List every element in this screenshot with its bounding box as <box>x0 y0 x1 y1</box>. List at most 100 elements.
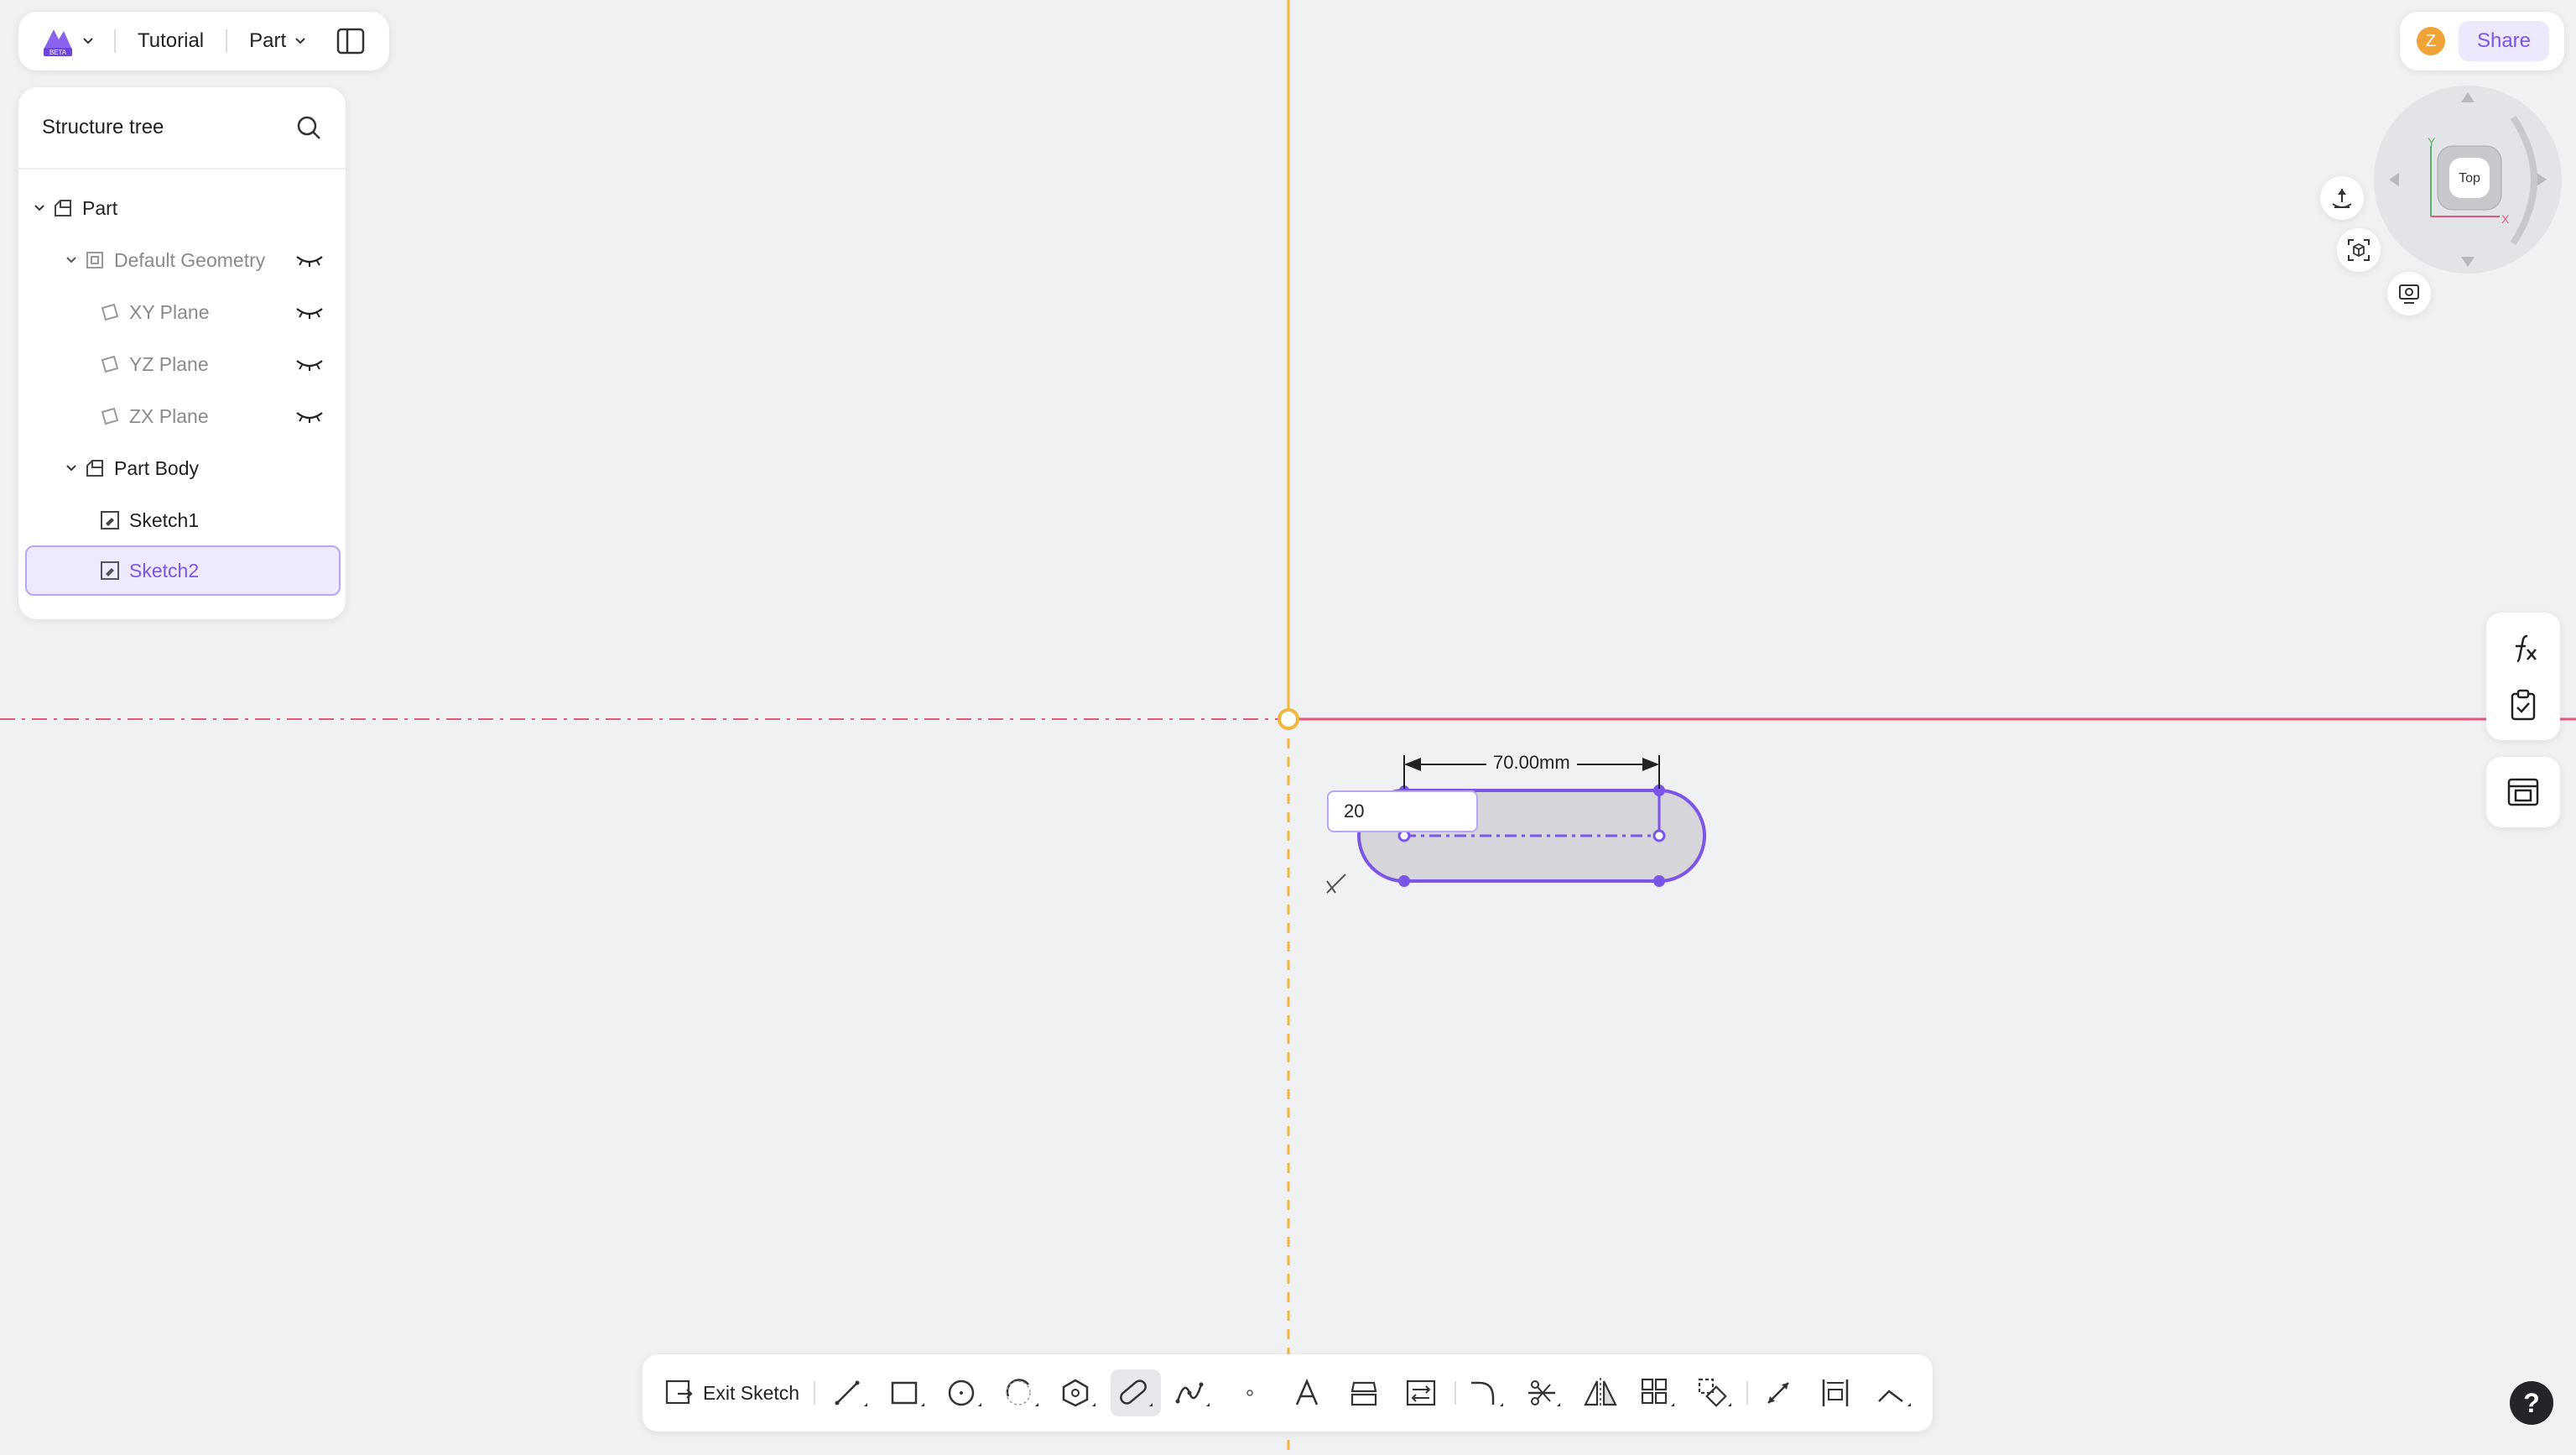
formula-button[interactable] <box>2501 629 2545 670</box>
display-mode-button[interactable] <box>2387 272 2431 316</box>
angle-tool-button[interactable] <box>1869 1369 1919 1416</box>
tree-item-sketch2[interactable]: Sketch2 <box>99 545 199 596</box>
table-icon <box>2507 778 2539 806</box>
origin-point[interactable] <box>1278 708 1299 730</box>
spline-tool-button[interactable] <box>1168 1369 1218 1416</box>
tree-title: Structure tree <box>42 116 164 138</box>
toggle-panel-button[interactable] <box>336 28 365 55</box>
text-icon <box>1295 1378 1319 1405</box>
tree-item-label: Sketch1 <box>129 508 200 531</box>
constraint-tool-button[interactable] <box>1812 1369 1862 1416</box>
panel-layout-icon <box>336 28 365 55</box>
formula-fx-icon <box>2516 634 2537 663</box>
dimension-icon <box>1767 1382 1789 1404</box>
table-view-button[interactable] <box>2501 772 2545 812</box>
line-tool-button[interactable] <box>825 1369 876 1416</box>
checklist-button[interactable] <box>2501 685 2545 725</box>
view-cube-face-label: Top <box>2459 171 2480 185</box>
exit-sketch-button[interactable]: Exit Sketch <box>664 1369 799 1416</box>
part-dropdown[interactable]: Part <box>249 29 308 53</box>
trim-tool-button[interactable] <box>1518 1369 1569 1416</box>
tree-item-label: Part Body <box>114 456 199 479</box>
sketch-icon <box>101 511 119 529</box>
polygon-tool-button[interactable] <box>1054 1369 1104 1416</box>
right-tool-panel-2 <box>2486 757 2560 827</box>
polygon-icon <box>1062 1379 1095 1407</box>
mirror-icon <box>1584 1378 1617 1408</box>
sketch-canvas[interactable] <box>0 0 2576 1455</box>
tree-item-yz-plane[interactable]: YZ Plane <box>99 339 346 389</box>
exit-sketch-label: Exit Sketch <box>703 1381 800 1404</box>
sketch-icon <box>101 561 119 580</box>
tutorial-button[interactable]: Tutorial <box>138 29 204 53</box>
tree-item-zx-plane[interactable]: ZX Plane <box>99 391 346 441</box>
chevron-down-icon[interactable] <box>64 461 79 476</box>
transform-tool-button[interactable] <box>1689 1369 1740 1416</box>
eye-closed-icon[interactable] <box>295 252 324 269</box>
tree-item-label: ZX Plane <box>129 404 209 427</box>
point-icon <box>1246 1390 1253 1396</box>
tree-header: Structure tree <box>18 87 346 169</box>
slot-point[interactable] <box>1398 875 1410 887</box>
slot-center-point[interactable] <box>1652 829 1666 842</box>
chevron-down-icon[interactable] <box>64 253 79 268</box>
mirror-tool-button[interactable] <box>1575 1369 1626 1416</box>
svg-text:BETA: BETA <box>49 49 67 56</box>
share-button[interactable]: Share <box>2459 21 2549 61</box>
tree-item-label: YZ Plane <box>129 352 209 375</box>
project-icon <box>1350 1381 1377 1406</box>
tree-item-part[interactable]: Part <box>32 183 117 233</box>
eye-closed-icon[interactable] <box>295 356 324 373</box>
line-icon <box>835 1380 867 1406</box>
tree-item-label: XY Plane <box>129 300 210 323</box>
dimension-label[interactable]: 70.00mm <box>1486 752 1577 774</box>
dimension-tool-button[interactable] <box>1755 1369 1805 1416</box>
eye-closed-icon[interactable] <box>295 408 324 425</box>
chevron-down-icon <box>83 38 93 44</box>
app-logo-icon: BETA <box>44 29 72 56</box>
right-tool-panel <box>2486 613 2560 740</box>
fillet-tool-button[interactable] <box>1461 1369 1512 1416</box>
horizontal-distance-icon <box>1822 1379 1849 1406</box>
tree-item-xy-plane[interactable]: XY Plane <box>99 287 346 337</box>
dimension-arrow-left <box>1404 758 1421 771</box>
help-button[interactable]: ? <box>2510 1381 2553 1425</box>
tree-item-default-geometry[interactable]: Default Geometry <box>64 235 346 285</box>
divider <box>1455 1381 1456 1405</box>
tree-item-sketch1[interactable]: Sketch1 <box>99 495 199 545</box>
eye-closed-icon[interactable] <box>295 304 324 321</box>
app-logo-button[interactable]: BETA <box>40 24 96 58</box>
offset-tool-button[interactable] <box>1396 1369 1446 1416</box>
chevron-down-icon[interactable] <box>32 201 47 216</box>
angle-icon <box>1878 1390 1911 1406</box>
project-tool-button[interactable] <box>1339 1369 1389 1416</box>
user-avatar[interactable]: Z <box>2417 27 2445 55</box>
part-label: Part <box>249 29 287 52</box>
plane-icon <box>101 303 119 321</box>
tree-item-part-body[interactable]: Part Body <box>64 443 199 493</box>
display-mode-icon <box>2399 284 2419 304</box>
spline-icon <box>1175 1382 1210 1406</box>
dimension-input[interactable]: 20 <box>1327 790 1478 832</box>
fit-view-button[interactable] <box>2337 228 2381 272</box>
slot-point[interactable] <box>1653 875 1665 887</box>
slot-tool-button[interactable] <box>1111 1369 1161 1416</box>
arc-tool-button[interactable] <box>997 1369 1047 1416</box>
tutorial-label: Tutorial <box>138 29 205 52</box>
search-icon[interactable] <box>295 114 322 141</box>
top-right-bar: Z Share <box>2400 12 2564 70</box>
divider <box>226 29 228 53</box>
text-tool-button[interactable] <box>1282 1369 1332 1416</box>
slot-cursor-icon <box>1326 874 1346 894</box>
home-view-button[interactable] <box>2320 176 2364 220</box>
divider <box>114 29 116 53</box>
transform-icon <box>1698 1378 1731 1407</box>
arc-icon <box>1006 1379 1038 1406</box>
point-tool-button[interactable] <box>1225 1369 1275 1416</box>
circle-tool-button[interactable] <box>939 1369 990 1416</box>
divider <box>814 1381 815 1405</box>
pattern-tool-button[interactable] <box>1632 1369 1683 1416</box>
trim-icon <box>1528 1380 1560 1406</box>
rectangle-tool-button[interactable] <box>882 1369 933 1416</box>
fillet-icon <box>1471 1381 1503 1406</box>
